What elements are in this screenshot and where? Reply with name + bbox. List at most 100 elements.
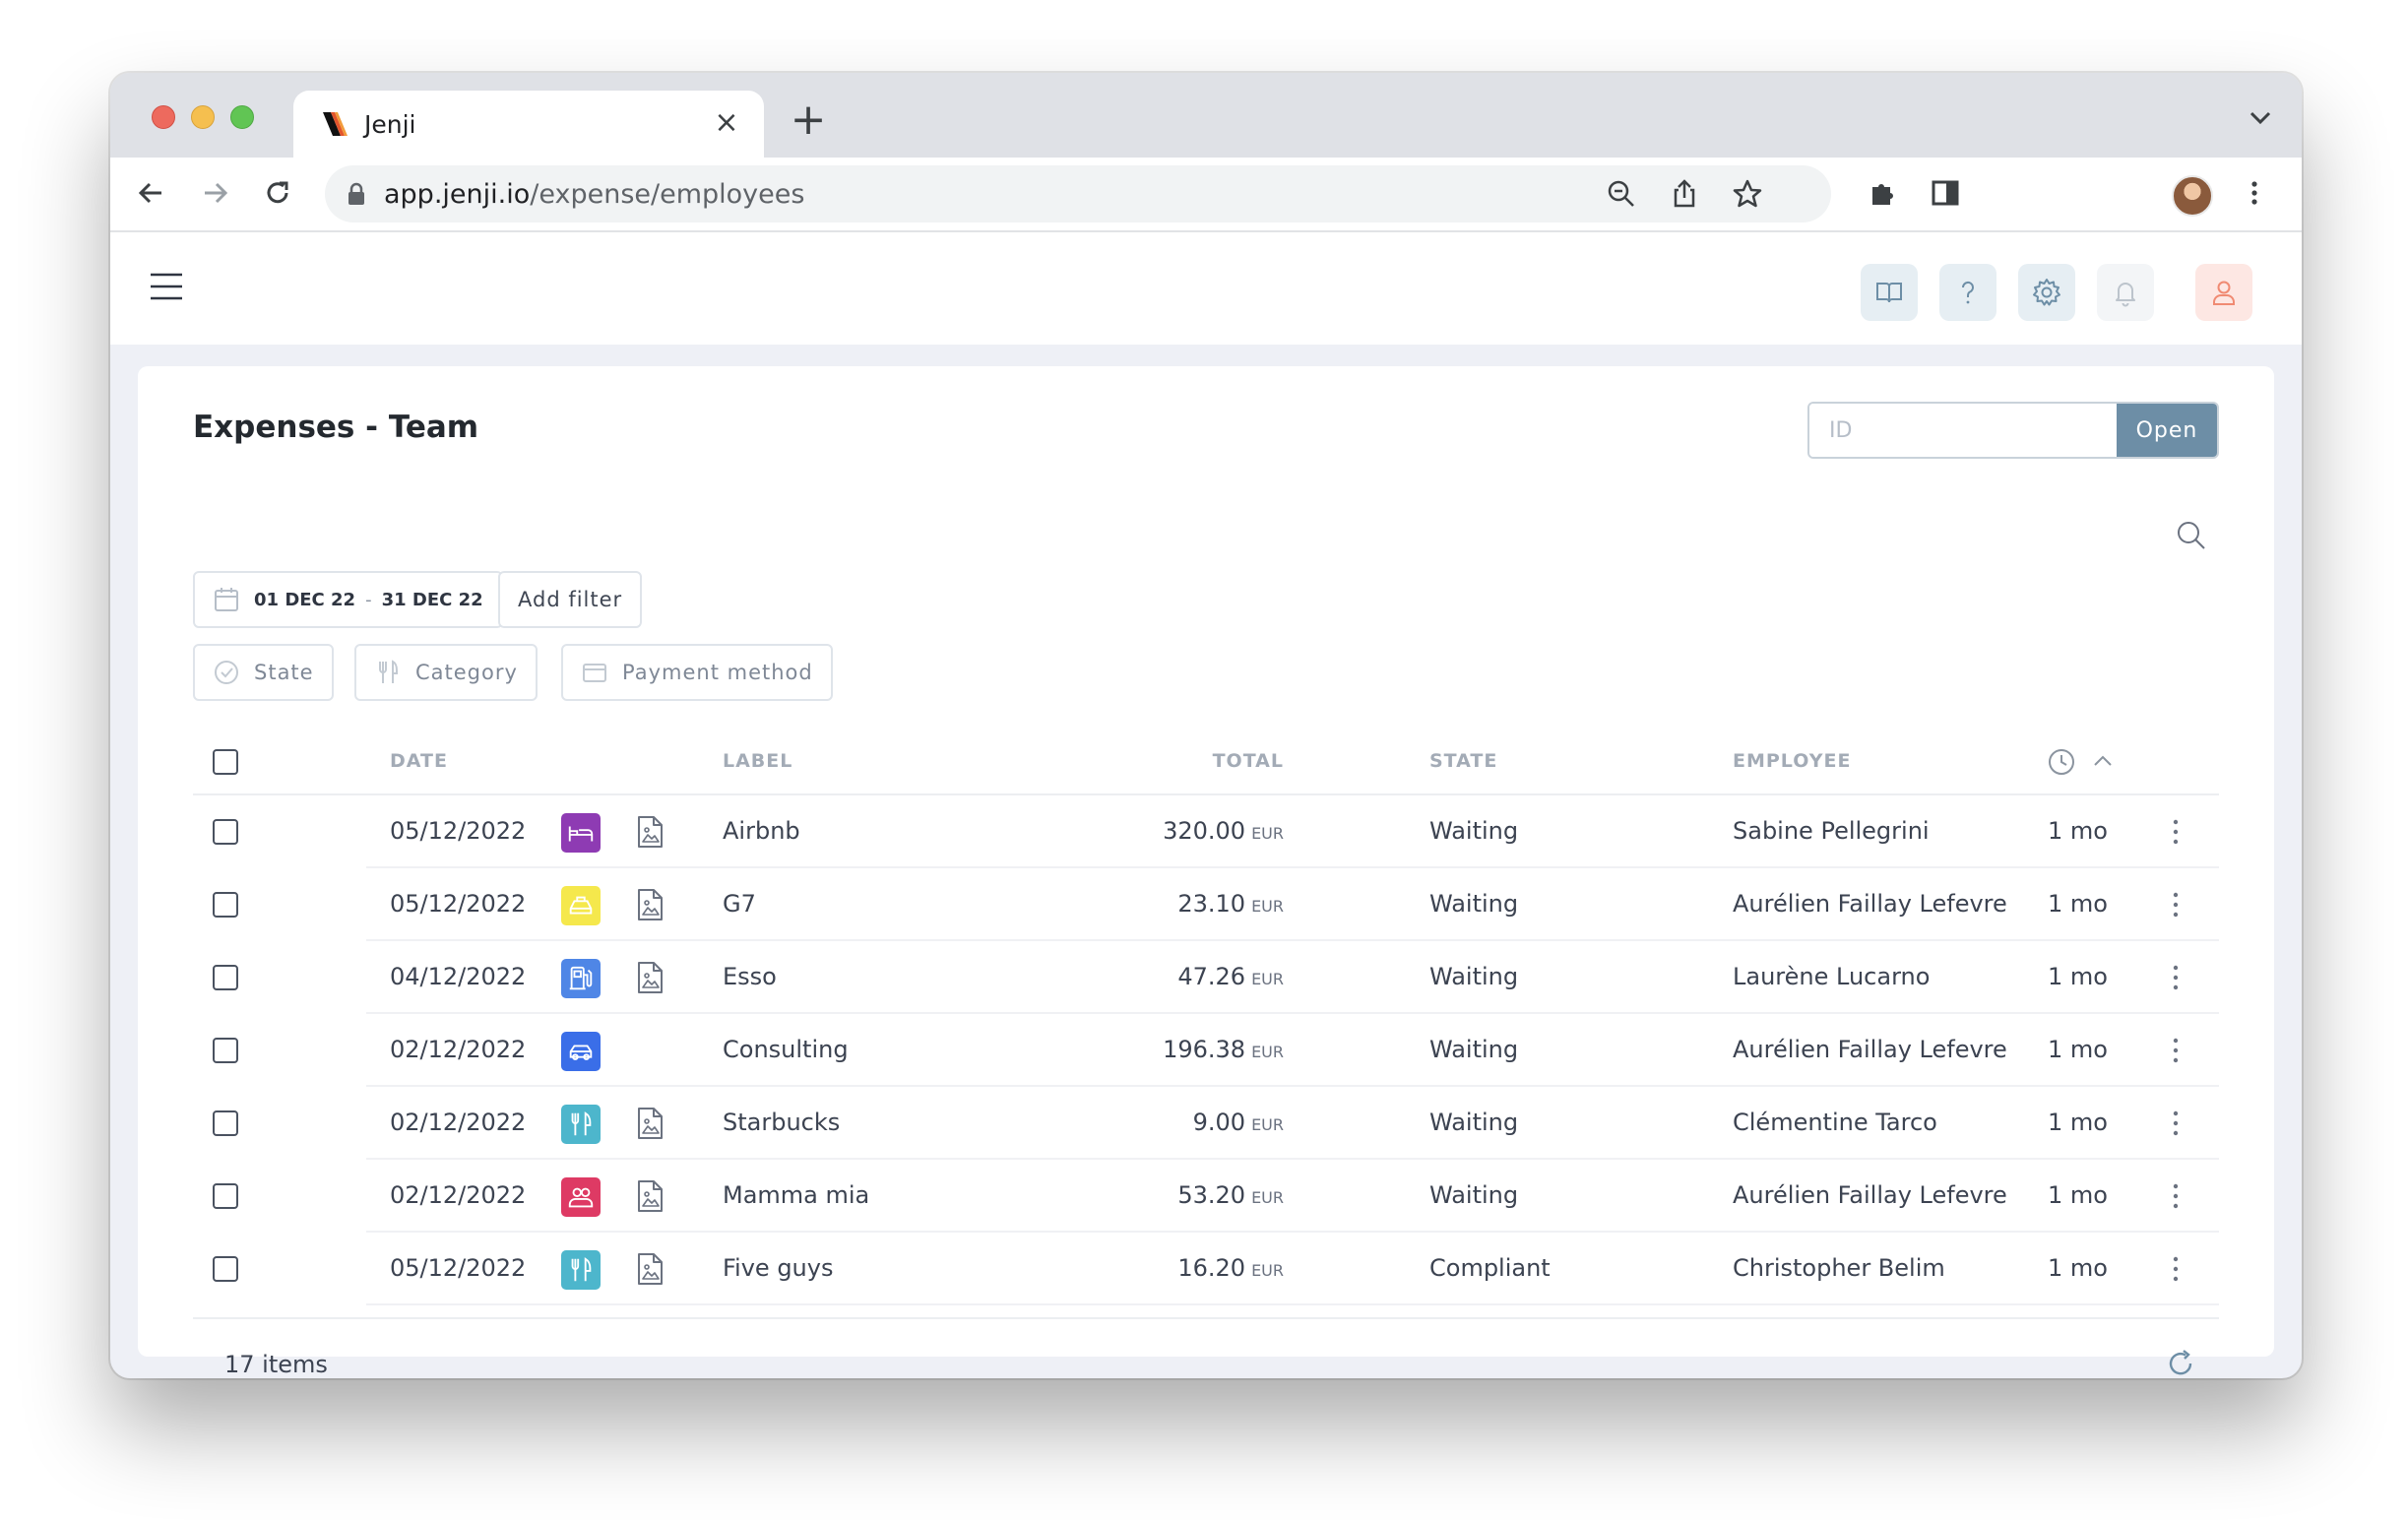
row-employee: Aurélien Faillay Lefevre (1733, 1036, 2007, 1063)
row-checkbox[interactable] (213, 1110, 238, 1136)
category-filter-label: Category (415, 661, 518, 684)
receipt-image-icon[interactable] (636, 888, 664, 921)
user-account-button[interactable] (2195, 264, 2252, 321)
table-row[interactable]: 05/12/2022 Five guys 16.20 EUR Compliant Chri… (193, 1233, 2219, 1305)
minimize-window-button[interactable] (191, 105, 215, 129)
table-header: DATE LABEL TOTAL STATE EMPLOYEE (193, 727, 2219, 795)
share-icon[interactable] (1668, 177, 1701, 211)
row-currency: EUR (1251, 1261, 1284, 1280)
close-window-button[interactable] (152, 105, 175, 129)
table-row[interactable]: 05/12/2022 G7 23.10 EUR Waiting Aurélien Fail… (193, 868, 2219, 941)
receipt-image-icon[interactable] (636, 1252, 664, 1286)
more-vertical-icon[interactable] (2237, 175, 2272, 211)
column-header-state[interactable]: STATE (1429, 750, 1497, 772)
row-date: 02/12/2022 (390, 1181, 527, 1209)
category-filter[interactable]: Category (354, 644, 538, 701)
column-header-date[interactable]: DATE (390, 750, 448, 772)
profile-avatar[interactable] (2172, 175, 2213, 217)
row-more-options-icon[interactable] (2172, 817, 2180, 847)
help-button[interactable] (1939, 264, 1996, 321)
new-tab-button[interactable]: + (790, 98, 827, 142)
open-button[interactable]: Open (2117, 404, 2217, 457)
receipt-image-icon[interactable] (636, 961, 664, 994)
search-icon[interactable] (2176, 520, 2207, 551)
tab-strip: Jenji × + (110, 73, 2302, 158)
row-more-options-icon[interactable] (2172, 963, 2180, 992)
row-currency: EUR (1251, 1188, 1284, 1207)
table-row[interactable]: 02/12/2022 Mamma mia 53.20 EUR Waiting Auréli… (193, 1160, 2219, 1233)
row-checkbox[interactable] (213, 892, 238, 918)
column-header-total[interactable]: TOTAL (1213, 750, 1284, 772)
row-total: 320.00 EUR (1163, 817, 1284, 845)
row-checkbox[interactable] (213, 1183, 238, 1209)
row-checkbox[interactable] (213, 1256, 238, 1282)
receipt-image-icon[interactable] (636, 1107, 664, 1140)
table-row[interactable]: 05/12/2022 Airbnb 320.00 EUR Waiting Sabine P… (193, 795, 2219, 868)
table-row[interactable]: 04/12/2022 Esso 47.26 EUR Waiting Laurène Luc… (193, 941, 2219, 1014)
row-age: 1 mo (2048, 1254, 2108, 1282)
row-currency: EUR (1251, 970, 1284, 988)
row-currency: EUR (1251, 897, 1284, 916)
category-badge (561, 1250, 601, 1290)
row-total: 47.26 EUR (1177, 963, 1284, 990)
zoom-out-icon[interactable] (1605, 177, 1638, 211)
sort-ascending-chevron-icon[interactable] (2093, 754, 2113, 768)
side-panel-icon[interactable] (1928, 175, 1963, 211)
menu-hamburger-icon[interactable] (150, 272, 183, 301)
receipt-image-icon[interactable] (636, 1179, 664, 1213)
reload-icon[interactable] (260, 175, 295, 211)
row-state: Waiting (1429, 817, 1519, 845)
clock-icon[interactable] (2046, 746, 2077, 778)
row-checkbox[interactable] (213, 965, 238, 990)
column-header-employee[interactable]: EMPLOYEE (1733, 750, 1851, 772)
row-more-options-icon[interactable] (2172, 1181, 2180, 1211)
row-employee: Aurélien Faillay Lefevre (1733, 1181, 2007, 1209)
category-badge (561, 1177, 601, 1217)
table-row[interactable]: 02/12/2022 Starbucks 9.00 EUR Waiting Clément… (193, 1087, 2219, 1160)
row-date: 04/12/2022 (390, 963, 527, 990)
row-state: Waiting (1429, 1036, 1519, 1063)
notifications-button[interactable] (2097, 264, 2154, 321)
row-employee: Clémentine Tarco (1733, 1109, 1937, 1136)
jenji-logo-icon (323, 112, 348, 136)
tab-close-icon[interactable]: × (711, 107, 742, 139)
taxi-icon (569, 896, 593, 915)
back-arrow-icon[interactable] (134, 175, 169, 211)
date-range-filter[interactable]: 01 DEC 22 - 31 DEC 22 (193, 571, 503, 628)
forward-arrow-icon[interactable] (197, 175, 232, 211)
column-header-label[interactable]: LABEL (723, 750, 792, 772)
page-title: Expenses - Team (193, 410, 479, 445)
row-more-options-icon[interactable] (2172, 1109, 2180, 1138)
payment-method-filter[interactable]: Payment method (561, 644, 833, 701)
row-label: Mamma mia (723, 1181, 870, 1209)
row-label: Airbnb (723, 817, 800, 845)
expenses-card: Expenses - Team Open 01 DEC 22 - 31 DEC … (138, 366, 2274, 1378)
address-bar[interactable]: app.jenji.io/expense/employees (325, 165, 1831, 222)
receipt-image-icon[interactable] (636, 815, 664, 849)
row-state: Waiting (1429, 890, 1519, 918)
maximize-window-button[interactable] (230, 105, 254, 129)
bookmark-star-icon[interactable] (1731, 177, 1764, 211)
add-filter-button[interactable]: Add filter (498, 571, 643, 628)
row-checkbox[interactable] (213, 819, 238, 845)
row-more-options-icon[interactable] (2172, 890, 2180, 920)
bell-icon (2116, 283, 2135, 307)
row-label: Consulting (723, 1036, 849, 1063)
chevron-down-icon[interactable] (2249, 110, 2272, 126)
row-date: 02/12/2022 (390, 1109, 527, 1136)
select-all-checkbox[interactable] (213, 749, 238, 775)
table-row[interactable]: 02/12/2022 Consulting 196.38 EUR Waiting Auré… (193, 1014, 2219, 1087)
refresh-icon[interactable] (2164, 1347, 2197, 1378)
settings-button[interactable] (2018, 264, 2075, 321)
row-label: G7 (723, 890, 756, 918)
row-more-options-icon[interactable] (2172, 1036, 2180, 1065)
expense-id-input[interactable] (1809, 404, 2117, 457)
row-state: Waiting (1429, 1109, 1519, 1136)
row-checkbox[interactable] (213, 1038, 238, 1063)
row-more-options-icon[interactable] (2172, 1254, 2180, 1284)
extensions-icon[interactable] (1865, 175, 1900, 211)
browser-window: Jenji × + app.jenji.io/expense/employees (110, 73, 2302, 1378)
browser-tab-jenji[interactable]: Jenji × (293, 91, 764, 158)
docs-button[interactable] (1861, 264, 1918, 321)
state-filter[interactable]: State (193, 644, 334, 701)
